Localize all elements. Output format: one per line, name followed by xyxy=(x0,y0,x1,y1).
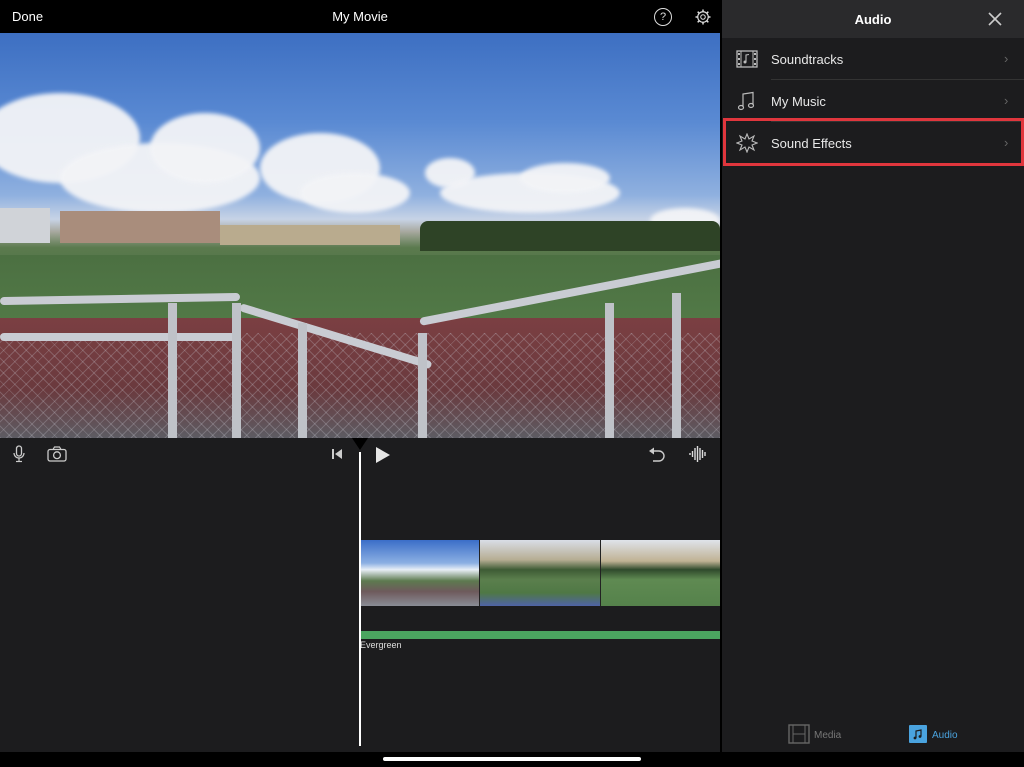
panel-title: Audio xyxy=(854,12,892,27)
trees xyxy=(420,221,720,251)
fence-post xyxy=(605,303,614,438)
chevron-right-icon: › xyxy=(1004,51,1009,66)
play-icon[interactable] xyxy=(375,447,391,463)
fence-post xyxy=(418,333,427,438)
home-indicator[interactable] xyxy=(383,757,641,761)
music-note-icon xyxy=(737,91,755,111)
skip-to-start-icon[interactable] xyxy=(331,448,343,460)
undo-icon[interactable] xyxy=(648,446,666,462)
building xyxy=(60,211,220,243)
fence-rail xyxy=(0,333,240,341)
tab-label: Audio xyxy=(932,730,958,741)
menu-item-label: Soundtracks xyxy=(771,52,844,67)
media-film-icon xyxy=(788,724,810,744)
imovie-app: Done My Movie ? Evergreen Audio Soundtra… xyxy=(0,0,1024,767)
gear-icon[interactable] xyxy=(694,8,712,26)
audio-track-label: Evergreen xyxy=(360,640,402,650)
video-clip[interactable] xyxy=(360,540,480,606)
close-icon[interactable] xyxy=(986,10,1004,28)
building xyxy=(220,225,400,245)
video-clips-track xyxy=(360,540,720,606)
video-preview[interactable] xyxy=(0,33,720,438)
tab-audio[interactable]: Audio xyxy=(908,724,968,746)
microphone-icon[interactable] xyxy=(12,445,26,463)
chevron-right-icon: › xyxy=(1004,93,1009,108)
camera-icon[interactable] xyxy=(47,446,67,462)
menu-item-soundtracks[interactable]: Soundtracks › xyxy=(722,38,1024,80)
panel-bottom-tabs: Media Audio xyxy=(722,718,1024,752)
top-bar: Done My Movie ? xyxy=(0,0,720,33)
audio-panel: Audio Soundtracks › My Music › Sound Eff… xyxy=(722,0,1024,752)
menu-item-label: My Music xyxy=(771,94,826,109)
fence-post xyxy=(168,303,177,438)
fence-post xyxy=(672,293,681,438)
playhead-marker xyxy=(352,438,368,450)
fence-post xyxy=(232,303,241,438)
tab-media[interactable]: Media xyxy=(788,724,848,746)
waveform-icon[interactable] xyxy=(688,445,708,463)
video-clip[interactable] xyxy=(479,540,600,606)
cloud xyxy=(300,173,410,213)
menu-item-my-music[interactable]: My Music › xyxy=(722,80,1024,122)
cloud xyxy=(520,163,610,193)
audio-tab-icon xyxy=(909,725,927,743)
playhead[interactable] xyxy=(359,452,361,746)
video-clip[interactable] xyxy=(599,540,720,606)
highlight-box xyxy=(723,118,1024,166)
tab-label: Media xyxy=(814,730,842,741)
fence-post xyxy=(298,323,307,438)
cloud xyxy=(150,113,260,183)
project-title: My Movie xyxy=(332,9,388,24)
panel-header: Audio xyxy=(722,0,1024,38)
audio-track-bar[interactable] xyxy=(360,631,720,639)
soundtracks-film-icon xyxy=(736,50,758,68)
help-icon[interactable]: ? xyxy=(654,8,672,26)
bleachers xyxy=(0,208,50,243)
